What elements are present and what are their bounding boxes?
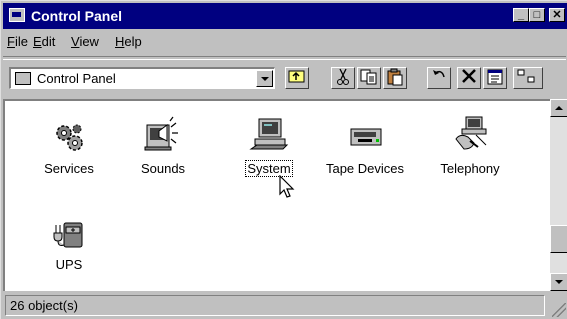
menu-divider: [3, 56, 566, 60]
paste-icon[interactable]: [383, 67, 407, 89]
item-label: UPS: [55, 257, 83, 272]
item-label: System: [245, 160, 293, 177]
large-icons-view-icon[interactable]: [513, 67, 543, 89]
item-label: Tape Devices: [325, 161, 405, 176]
services-gears-icon: [52, 121, 86, 155]
ups-battery-icon: [52, 217, 86, 251]
scroll-down-button[interactable]: [550, 273, 567, 291]
menu-file[interactable]: File: [7, 34, 28, 49]
title-bar[interactable]: Control Panel _ □ ✕: [3, 3, 567, 29]
properties-icon[interactable]: [483, 67, 507, 89]
system-computer-icon: [249, 115, 289, 155]
resize-grip-icon[interactable]: [552, 303, 566, 317]
scroll-up-button[interactable]: [550, 99, 567, 117]
status-object-count: 26 object(s): [5, 295, 545, 316]
window-title: Control Panel: [31, 8, 123, 24]
scroll-thumb[interactable]: [550, 225, 567, 253]
icon-view: Services Sounds System Tape Devices Tele…: [3, 99, 550, 291]
menu-edit[interactable]: Edit: [33, 34, 55, 49]
menu-bar: File Edit View Help: [3, 30, 567, 54]
status-bar: 26 object(s): [3, 293, 567, 319]
control-panel-item-sounds[interactable]: Sounds: [117, 115, 209, 176]
toolbar: Control Panel: [3, 63, 567, 97]
undo-icon[interactable]: [427, 67, 451, 89]
close-button[interactable]: ✕: [549, 8, 565, 22]
delete-icon[interactable]: [457, 67, 481, 89]
control-panel-item-ups[interactable]: UPS: [23, 217, 115, 272]
address-combo[interactable]: Control Panel: [9, 67, 275, 89]
control-panel-item-telephony[interactable]: Telephony: [424, 115, 516, 176]
sounds-speaker-icon: [143, 115, 183, 155]
vertical-scrollbar[interactable]: [550, 99, 567, 291]
control-panel-folder-icon: [15, 72, 31, 85]
control-panel-window: Control Panel _ □ ✕ File Edit View Help …: [0, 0, 567, 319]
item-label: Sounds: [140, 161, 186, 176]
control-panel-app-icon[interactable]: [9, 8, 25, 22]
up-one-level-icon[interactable]: [285, 67, 309, 89]
item-label: Services: [44, 161, 94, 176]
address-value: Control Panel: [37, 71, 116, 86]
maximize-button[interactable]: □: [529, 8, 545, 22]
telephony-icon: [450, 115, 490, 155]
control-panel-item-system[interactable]: System: [223, 115, 315, 177]
tape-drive-icon: [348, 121, 382, 155]
menu-help[interactable]: Help: [115, 34, 142, 49]
minimize-button[interactable]: _: [513, 8, 529, 22]
control-panel-item-services[interactable]: Services: [23, 121, 115, 176]
control-panel-item-tape-devices[interactable]: Tape Devices: [319, 121, 411, 176]
cut-icon[interactable]: [331, 67, 355, 89]
item-label: Telephony: [440, 161, 500, 176]
address-dropdown-button[interactable]: [256, 70, 273, 87]
menu-view[interactable]: View: [71, 34, 99, 49]
mouse-pointer-icon: [279, 175, 295, 198]
copy-icon[interactable]: [357, 67, 381, 89]
